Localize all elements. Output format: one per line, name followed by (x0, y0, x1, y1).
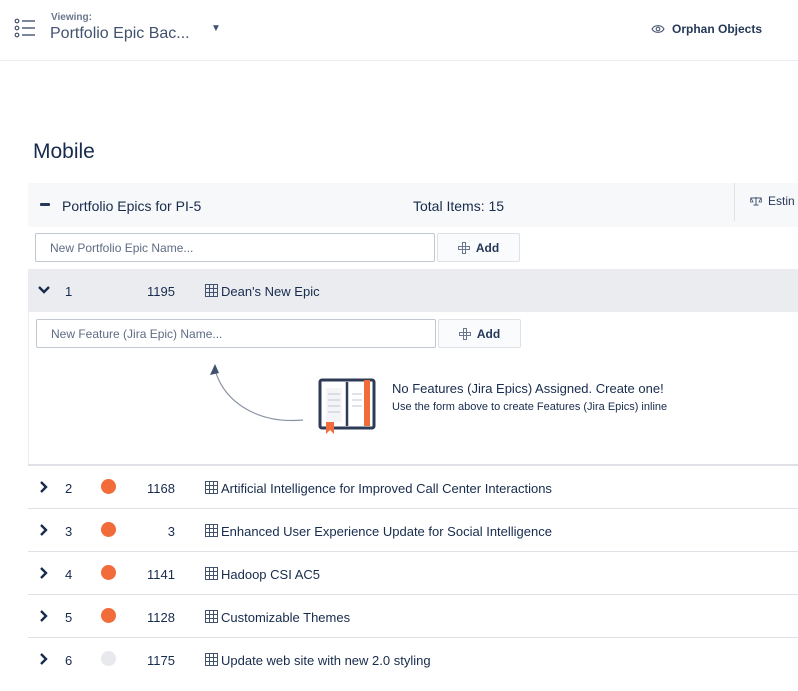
grid-icon (205, 524, 218, 537)
list-menu-icon[interactable] (14, 18, 36, 38)
grid-icon (205, 481, 218, 494)
grid-icon (205, 284, 218, 297)
column-divider (734, 183, 735, 221)
status-dot (101, 608, 116, 623)
row-title[interactable]: Hadoop CSI AC5 (221, 567, 320, 582)
add-feature-button[interactable]: Add (438, 319, 521, 348)
row-key: 3 (167, 524, 175, 539)
chevron-down-icon[interactable] (37, 282, 51, 298)
row-title[interactable]: Artificial Intelligence for Improved Cal… (221, 481, 552, 496)
row-title[interactable]: Dean's New Epic (221, 284, 320, 299)
empty-state-title: No Features (Jira Epics) Assigned. Creat… (392, 381, 664, 396)
status-dot (101, 565, 116, 580)
orphan-objects-button[interactable]: Orphan Objects (651, 22, 762, 36)
new-epic-input[interactable] (35, 233, 435, 262)
book-icon (318, 378, 376, 434)
chevron-down-icon[interactable]: ▼ (211, 23, 221, 34)
plus-icon (457, 241, 470, 254)
chevron-right-icon[interactable] (37, 565, 51, 581)
table-row[interactable]: 2 1168 Artificial Intelligence for Improve… (28, 465, 798, 508)
row-title[interactable]: Enhanced User Experience Update for Soci… (221, 524, 552, 539)
row-title[interactable]: Update web site with new 2.0 styling (221, 653, 431, 668)
top-bar: Viewing: Portfolio Epic Bac... ▼ Orphan … (0, 0, 798, 61)
row-key: 1128 (147, 610, 175, 625)
eye-icon (651, 25, 665, 33)
row-rank: 5 (65, 610, 73, 625)
status-dot (101, 651, 116, 666)
new-epic-form: Add (35, 233, 520, 262)
orphan-objects-label: Orphan Objects (672, 22, 763, 36)
table-row[interactable]: 6 1175 Update web site with new 2.0 stylin… (28, 637, 798, 680)
page-title: Mobile (33, 140, 95, 163)
chevron-right-icon[interactable] (37, 608, 51, 624)
grid-icon (205, 567, 218, 580)
row-rank: 3 (65, 524, 73, 539)
row-key: 1175 (147, 653, 175, 668)
row-rank: 4 (65, 567, 73, 582)
group-title: Portfolio Epics for PI-5 (62, 198, 202, 214)
chevron-right-icon[interactable] (37, 522, 51, 538)
table-row[interactable]: 3 3 Enhanced User Experience Update for So… (28, 508, 798, 551)
row-key: 1195 (147, 284, 175, 299)
estimate-column-header[interactable]: Estin (750, 194, 795, 208)
row-key: 1168 (147, 481, 175, 496)
view-selector[interactable]: Portfolio Epic Bac... (50, 25, 190, 43)
group-header: Portfolio Epics for PI-5 Total Items: 15… (28, 183, 798, 227)
viewing-label: Viewing: (51, 12, 92, 23)
chevron-right-icon[interactable] (37, 651, 51, 667)
grid-icon (205, 610, 218, 623)
add-feature-label: Add (476, 326, 501, 341)
table-row[interactable]: 5 1128 Customizable Themes (28, 594, 798, 637)
collapse-icon[interactable] (40, 203, 50, 206)
plus-icon (458, 327, 471, 340)
empty-state-subtitle: Use the form above to create Features (J… (392, 401, 668, 413)
add-epic-label: Add (475, 240, 500, 255)
table-row[interactable]: 1 1195 Dean's New Epic (28, 269, 798, 312)
new-feature-form: Add (36, 319, 521, 348)
grid-icon (205, 653, 218, 666)
table-row[interactable]: 4 1141 Hadoop CSI AC5 (28, 551, 798, 594)
curved-arrow-icon (210, 364, 304, 422)
add-epic-button[interactable]: Add (437, 233, 520, 262)
chevron-right-icon[interactable] (37, 479, 51, 495)
row-rank: 2 (65, 481, 73, 496)
status-dot (101, 479, 116, 494)
total-items: Total Items: 15 (413, 198, 505, 214)
scale-icon (750, 196, 762, 206)
row-rank: 1 (65, 284, 73, 299)
new-feature-input[interactable] (36, 319, 436, 348)
row-title[interactable]: Customizable Themes (221, 610, 350, 625)
status-dot (101, 522, 116, 537)
row-rank: 6 (65, 653, 73, 668)
estimate-label: Estin (768, 194, 795, 208)
row-key: 1141 (147, 567, 175, 582)
